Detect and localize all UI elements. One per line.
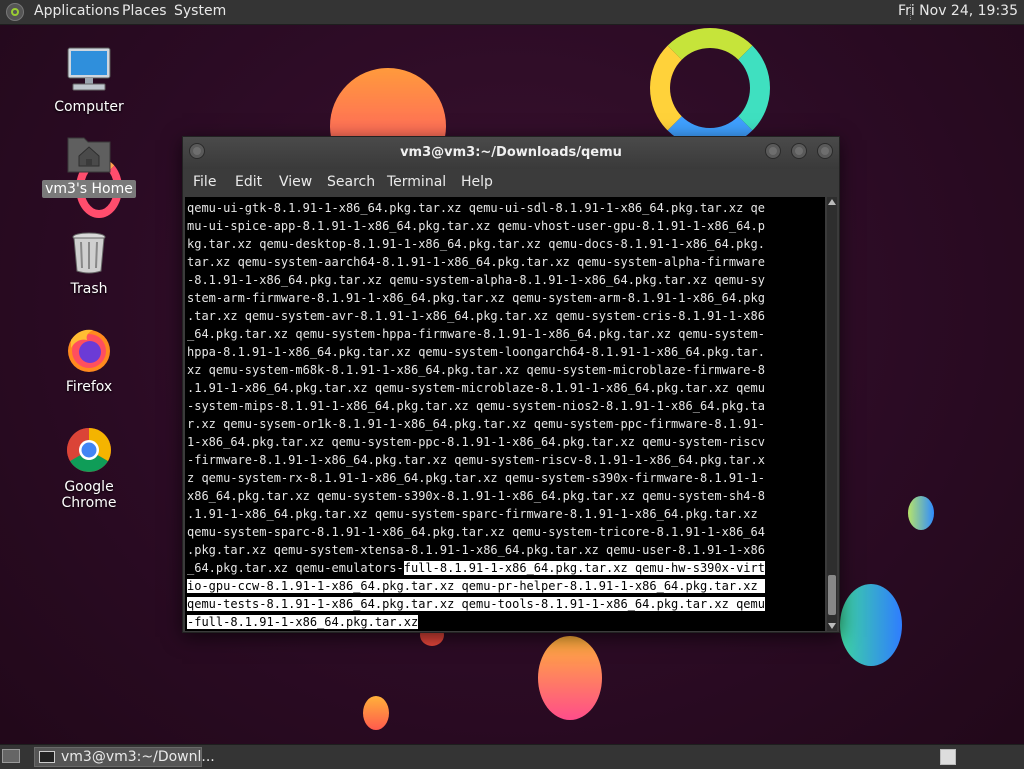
terminal-line: r.xz qemu-sysem-or1k-8.1.91-1-x86_64.pkg… — [187, 417, 765, 431]
terminal-icon — [39, 751, 55, 763]
taskbar-terminal-button[interactable]: vm3@vm3:~/Downl... — [34, 747, 215, 767]
menu-terminal[interactable]: Terminal — [387, 174, 446, 190]
selected-text: full-8.1.91-1-x86_64.pkg.tar.xz qemu-hw-… — [403, 561, 765, 575]
terminal-line: hppa-8.1.91-1-x86_64.pkg.tar.xz qemu-sys… — [187, 345, 765, 359]
terminal-line: io-gpu-ccw-8.1.91-1-x86_64.pkg.tar.xz qe… — [187, 577, 825, 595]
terminal-line: mu-ui-spice-app-8.1.91-1-x86_64.pkg.tar.… — [187, 219, 765, 233]
menu-view[interactable]: View — [279, 174, 312, 190]
taskbar-terminal-label: vm3@vm3:~/Downl... — [61, 749, 215, 765]
terminal-line: z qemu-system-rx-8.1.91-1-x86_64.pkg.tar… — [187, 471, 765, 485]
window-titlebar[interactable]: vm3@vm3:~/Downloads/qemu — [183, 137, 839, 169]
selected-text: io-gpu-ccw-8.1.91-1-x86_64.pkg.tar.xz qe… — [187, 579, 765, 593]
terminal-line: -full-8.1.91-1-x86_64.pkg.tar.xz — [187, 613, 825, 631]
terminal-window[interactable]: vm3@vm3:~/Downloads/qemu File Edit View … — [182, 136, 840, 633]
chrome-icon — [65, 426, 113, 474]
trash-icon — [65, 228, 113, 276]
bottom-panel: vm3@vm3:~/Downl... — [0, 744, 1024, 769]
scroll-down-icon[interactable] — [828, 623, 836, 629]
selected-text: -full-8.1.91-1-x86_64.pkg.tar.x — [187, 615, 411, 629]
desktop-icon-computer[interactable]: Computer — [41, 46, 137, 116]
blue-ball-decoration — [840, 584, 902, 666]
terminal-line: kg.tar.xz qemu-desktop-8.1.91-1-x86_64.p… — [187, 237, 765, 251]
orange-ball-decoration — [538, 636, 602, 720]
places-menu[interactable]: Places — [122, 3, 167, 19]
terminal-line: .tar.xz qemu-system-avr-8.1.91-1-x86_64.… — [187, 309, 765, 323]
desktop-icon-label: Trash — [70, 281, 108, 297]
terminal-line: xz qemu-system-m68k-8.1.91-1-x86_64.pkg.… — [187, 363, 765, 377]
terminal-menubar: File Edit View Search Terminal Help — [183, 169, 839, 195]
scrollbar-thumb[interactable] — [828, 575, 836, 615]
terminal-line: .1.91-1-x86_64.pkg.tar.xz qemu-system-mi… — [187, 381, 765, 395]
close-button[interactable] — [817, 143, 833, 159]
terminal-scrollbar[interactable] — [827, 197, 837, 631]
window-title: vm3@vm3:~/Downloads/qemu — [400, 145, 622, 160]
terminal-line: tar.xz qemu-system-aarch64-8.1.91-1-x86_… — [187, 255, 765, 269]
terminal-line: 1-x86_64.pkg.tar.xz qemu-system-ppc-8.1.… — [187, 435, 765, 449]
desktop-icon-trash[interactable]: Trash — [41, 228, 137, 298]
terminal-line-text: _64.pkg.tar.xz qemu-emulators- — [187, 561, 404, 575]
terminal-line: .1.91-1-x86_64.pkg.tar.xz qemu-system-sp… — [187, 507, 758, 521]
terminal-line: qemu-tests-8.1.91-1-x86_64.pkg.tar.xz qe… — [187, 595, 825, 613]
home-folder-icon — [65, 128, 113, 176]
menu-file[interactable]: File — [193, 174, 216, 190]
terminal-line: -8.1.91-1-x86_64.pkg.tar.xz qemu-system-… — [187, 273, 765, 287]
clock[interactable]: Fri Nov 24, 19:35 — [898, 3, 1018, 19]
applications-menu[interactable]: Applications — [34, 3, 120, 19]
terminal-text: qemu-ui-gtk-8.1.91-1-x86_64.pkg.tar.xz q… — [187, 199, 825, 631]
workspace-switcher[interactable] — [940, 749, 956, 765]
desktop-icon-label: Computer — [54, 99, 124, 115]
terminal-line: qemu-system-sparc-8.1.91-1-x86_64.pkg.ta… — [187, 525, 765, 539]
firefox-icon — [65, 326, 113, 374]
maximize-button[interactable] — [791, 143, 807, 159]
top-panel: Applications Places System Fri Nov 24, 1… — [0, 0, 1024, 25]
desktop-icon-chrome[interactable]: Google Chrome — [41, 426, 137, 512]
terminal-line: qemu-ui-gtk-8.1.91-1-x86_64.pkg.tar.xz q… — [187, 201, 765, 215]
desktop-icon-home[interactable]: vm3's Home — [41, 128, 137, 198]
terminal-output[interactable]: qemu-ui-gtk-8.1.91-1-x86_64.pkg.tar.xz q… — [185, 197, 825, 631]
menu-help[interactable]: Help — [461, 174, 493, 190]
terminal-line: x86_64.pkg.tar.xz qemu-system-s390x-8.1.… — [187, 489, 765, 503]
small-orange-decoration — [363, 696, 389, 730]
minimize-button[interactable] — [765, 143, 781, 159]
terminal-line: _64.pkg.tar.xz qemu-emulators-full-8.1.9… — [187, 559, 825, 577]
desktop-icon-label: Google Chrome — [61, 479, 117, 511]
terminal-line: -firmware-8.1.91-1-x86_64.pkg.tar.xz qem… — [187, 453, 765, 467]
terminal-line: .pkg.tar.xz qemu-system-xtensa-8.1.91-1-… — [187, 543, 765, 557]
terminal-line: -system-mips-8.1.91-1-x86_64.pkg.tar.xz … — [187, 399, 765, 413]
desktop-icon-label: vm3's Home — [42, 180, 136, 198]
distro-logo-icon[interactable] — [6, 3, 24, 21]
terminal-line: stem-arm-firmware-8.1.91-1-x86_64.pkg.ta… — [187, 291, 765, 305]
system-menu[interactable]: System — [174, 3, 226, 19]
computer-icon — [65, 46, 113, 94]
terminal-line: _64.pkg.tar.xz qemu-system-hppa-firmware… — [187, 327, 765, 341]
show-desktop-button[interactable] — [2, 749, 20, 763]
menu-edit[interactable]: Edit — [235, 174, 262, 190]
selected-text: qemu-tests-8.1.91-1-x86_64.pkg.tar.xz qe… — [187, 597, 765, 611]
blue-blob-decoration — [908, 496, 934, 530]
scroll-up-icon[interactable] — [828, 199, 836, 205]
green-ring-decoration — [650, 28, 770, 148]
desktop-icon-firefox[interactable]: Firefox — [41, 326, 137, 396]
terminal-cursor: z — [410, 615, 419, 629]
desktop-icon-label: Firefox — [65, 379, 113, 395]
menu-search[interactable]: Search — [327, 174, 375, 190]
